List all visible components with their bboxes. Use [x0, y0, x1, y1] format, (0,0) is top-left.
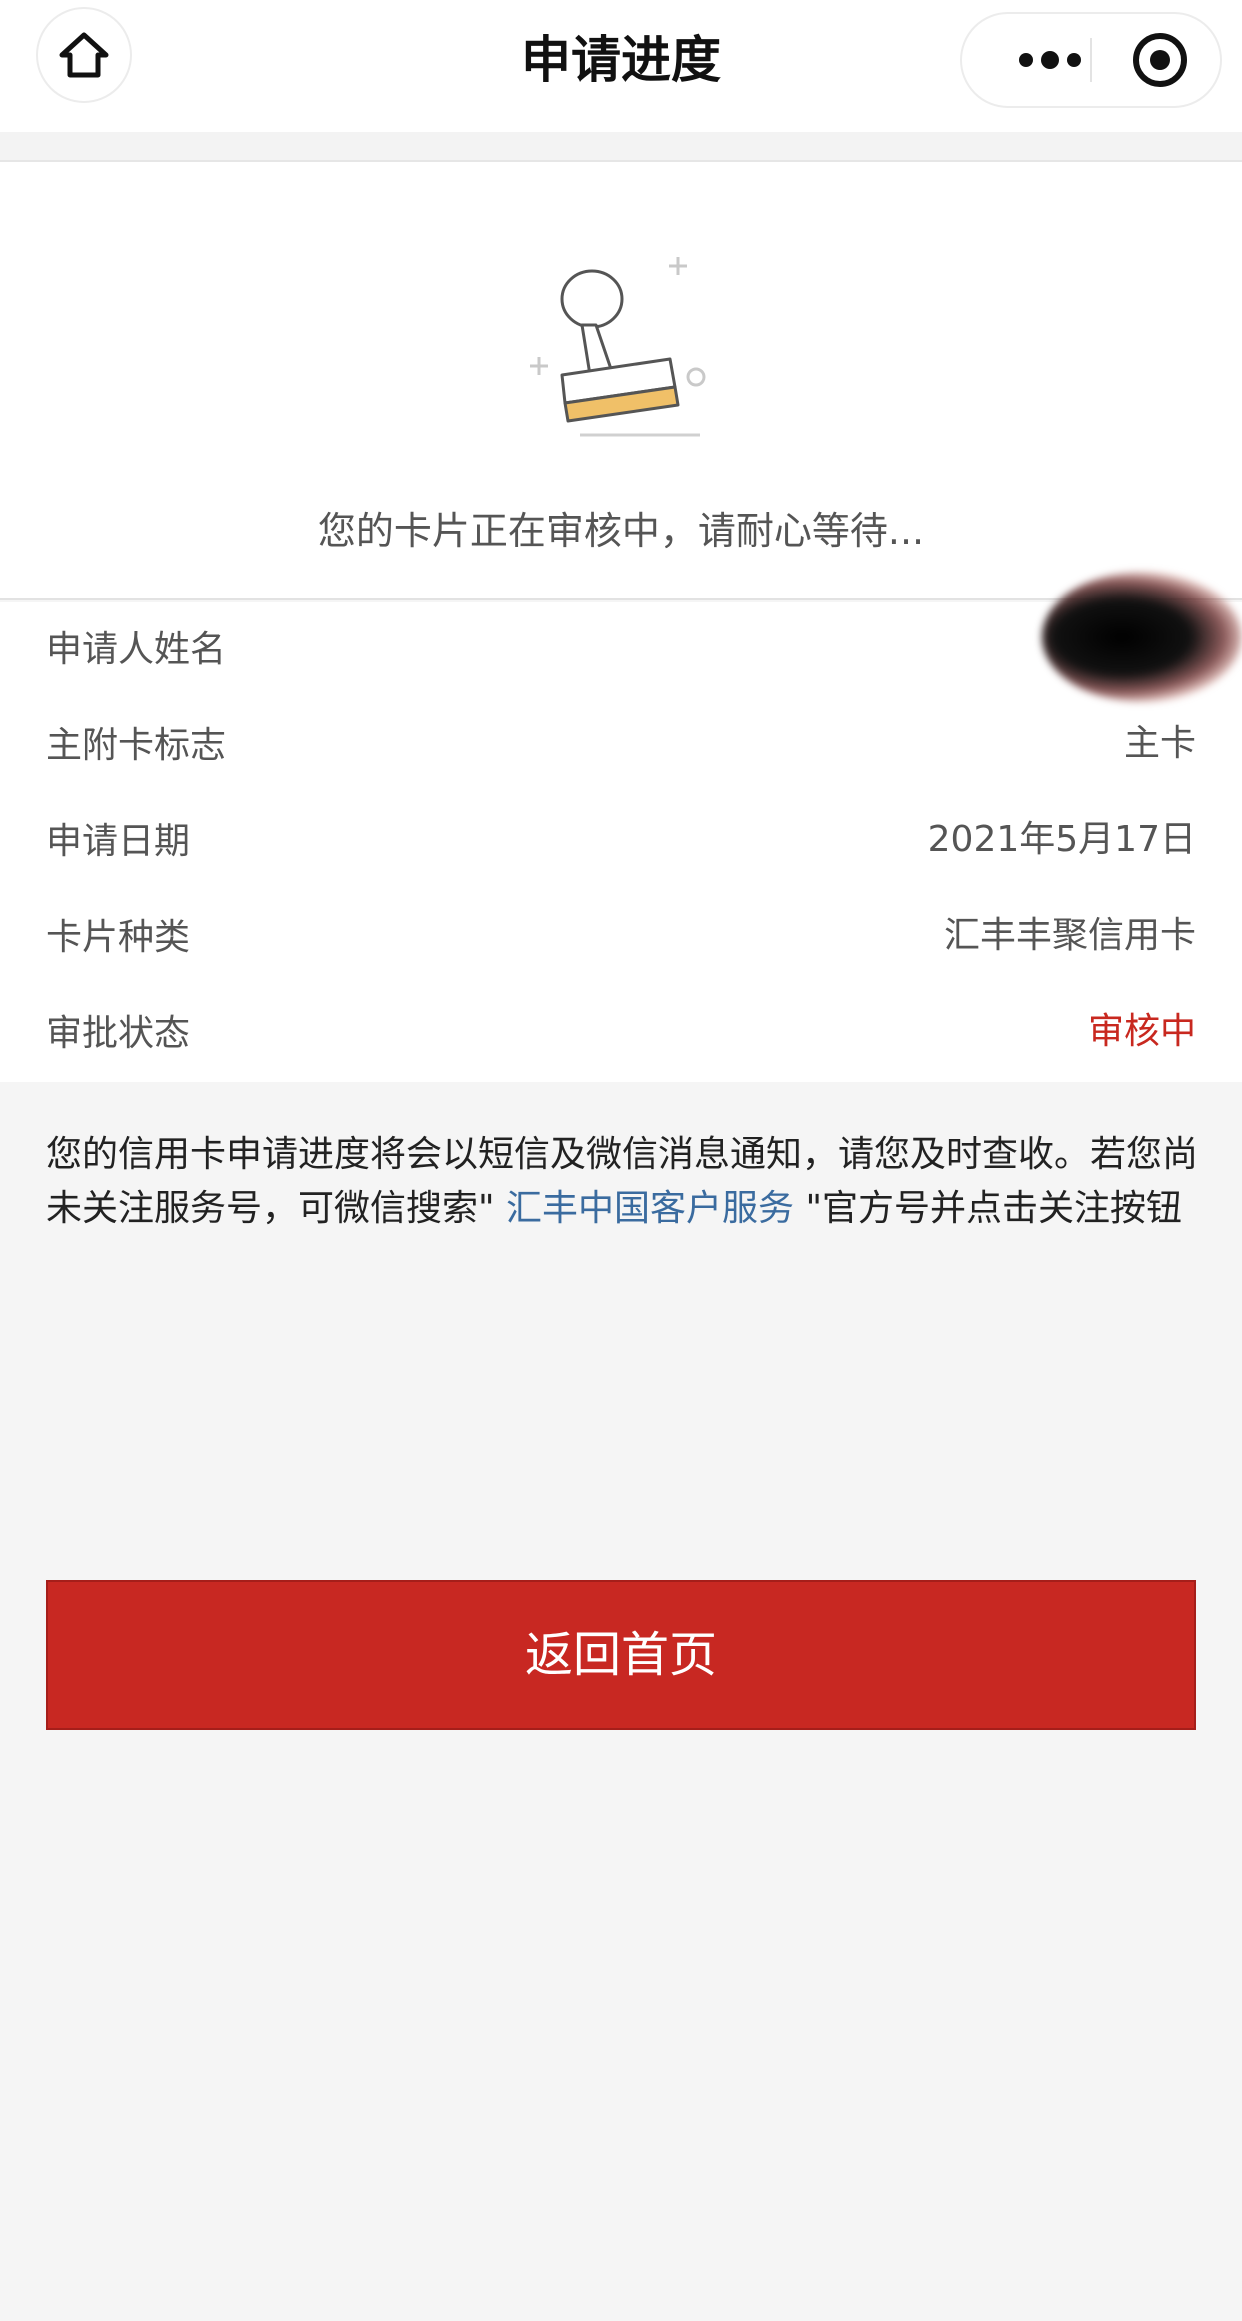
return-home-button[interactable]: 返回首页	[46, 1580, 1196, 1730]
notice-line-1: 您的信用卡申请进度将会以短信及微信消息通知，请您及时查收。若您尚	[46, 1134, 1199, 1175]
target-circle-icon[interactable]	[1112, 14, 1208, 106]
top-navigation-bar: 申请进度	[0, 0, 1242, 132]
stamp-icon	[520, 257, 720, 461]
mini-program-capsule	[960, 12, 1222, 108]
detail-label: 申请日期	[46, 821, 191, 862]
status-message: 您的卡片正在审核中，请耐心等待...	[317, 509, 925, 553]
redacted-blur	[1042, 572, 1242, 702]
detail-row-card-type: 卡片种类 汇丰丰聚信用卡	[0, 890, 1242, 986]
capsule-divider	[1090, 38, 1092, 82]
status-badge: 审核中	[1087, 1011, 1196, 1052]
detail-row-approval-status: 审批状态 审核中	[0, 986, 1242, 1082]
detail-value: 汇丰丰聚信用卡	[943, 915, 1196, 956]
header-gap	[0, 132, 1242, 162]
detail-label: 主附卡标志	[46, 725, 227, 766]
more-dots-icon[interactable]	[1002, 14, 1098, 106]
notice-line-2-prefix: 未关注服务号，可微信搜索"	[46, 1188, 507, 1229]
detail-row-applicant-name: 申请人姓名	[0, 572, 1242, 702]
detail-label: 卡片种类	[46, 917, 191, 958]
notice-line-2: 未关注服务号，可微信搜索" 汇丰中国客户服务 "官方号并点击关注按钮	[46, 1182, 1206, 1236]
detail-row-card-flag: 主附卡标志 主卡	[0, 698, 1242, 794]
status-card: 您的卡片正在审核中，请耐心等待...	[0, 162, 1242, 600]
detail-value: 2021年5月17日	[927, 819, 1196, 860]
detail-row-application-date: 申请日期 2021年5月17日	[0, 794, 1242, 890]
notice-text: 您的信用卡申请进度将会以短信及微信消息通知，请您及时查收。若您尚 未关注服务号，…	[46, 1128, 1206, 1236]
detail-label: 审批状态	[46, 1013, 191, 1054]
detail-label: 申请人姓名	[46, 629, 227, 670]
notice-line-2-suffix: "官方号并点击关注按钮	[794, 1188, 1183, 1229]
application-details: 申请人姓名 主附卡标志 主卡 申请日期 2021年5月17日 卡片种类 汇丰丰聚…	[0, 572, 1242, 1082]
detail-value: 主卡	[1123, 723, 1196, 764]
service-account-link[interactable]: 汇丰中国客户服务	[506, 1188, 794, 1229]
